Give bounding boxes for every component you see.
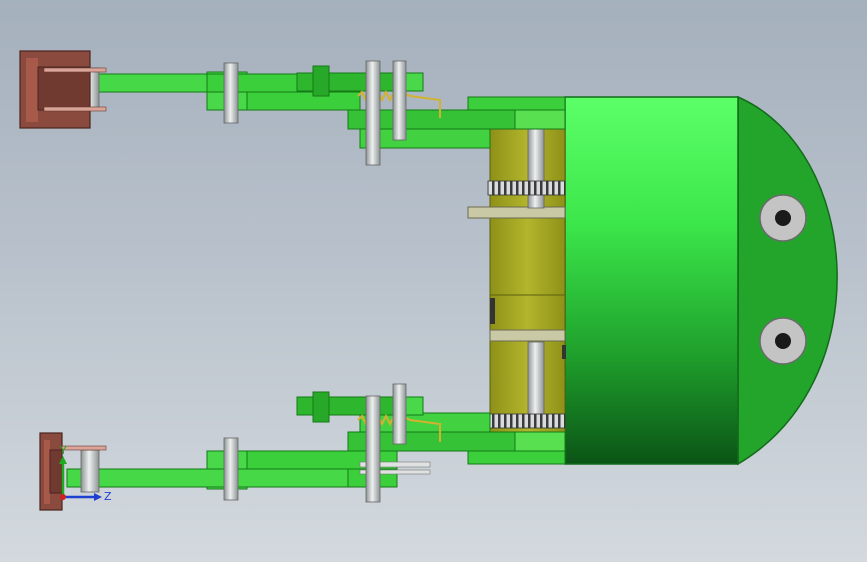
cad-viewport[interactable]: Y Z (0, 0, 867, 562)
cross-plate-upper (467, 206, 566, 219)
pin (80, 449, 100, 493)
pin (392, 60, 407, 141)
mount-hole-lower (759, 317, 807, 365)
pin (365, 395, 381, 503)
pin (223, 437, 239, 501)
shaft-lower (527, 341, 545, 423)
shaft-upper (527, 127, 545, 209)
triad-y-label: Y (59, 444, 67, 457)
center-frame (467, 119, 566, 451)
mount-hole-upper (759, 194, 807, 242)
cross-plate-lower (489, 329, 566, 342)
triad-z-label: Z (104, 490, 112, 503)
gear-lower (487, 413, 566, 429)
pin (392, 383, 407, 445)
pin (365, 60, 381, 166)
gear-upper (487, 180, 566, 196)
end-cap (737, 95, 838, 466)
pin (223, 62, 239, 124)
gripper-model[interactable]: Y Z (0, 0, 867, 562)
drum (564, 96, 739, 465)
housing (564, 95, 838, 466)
